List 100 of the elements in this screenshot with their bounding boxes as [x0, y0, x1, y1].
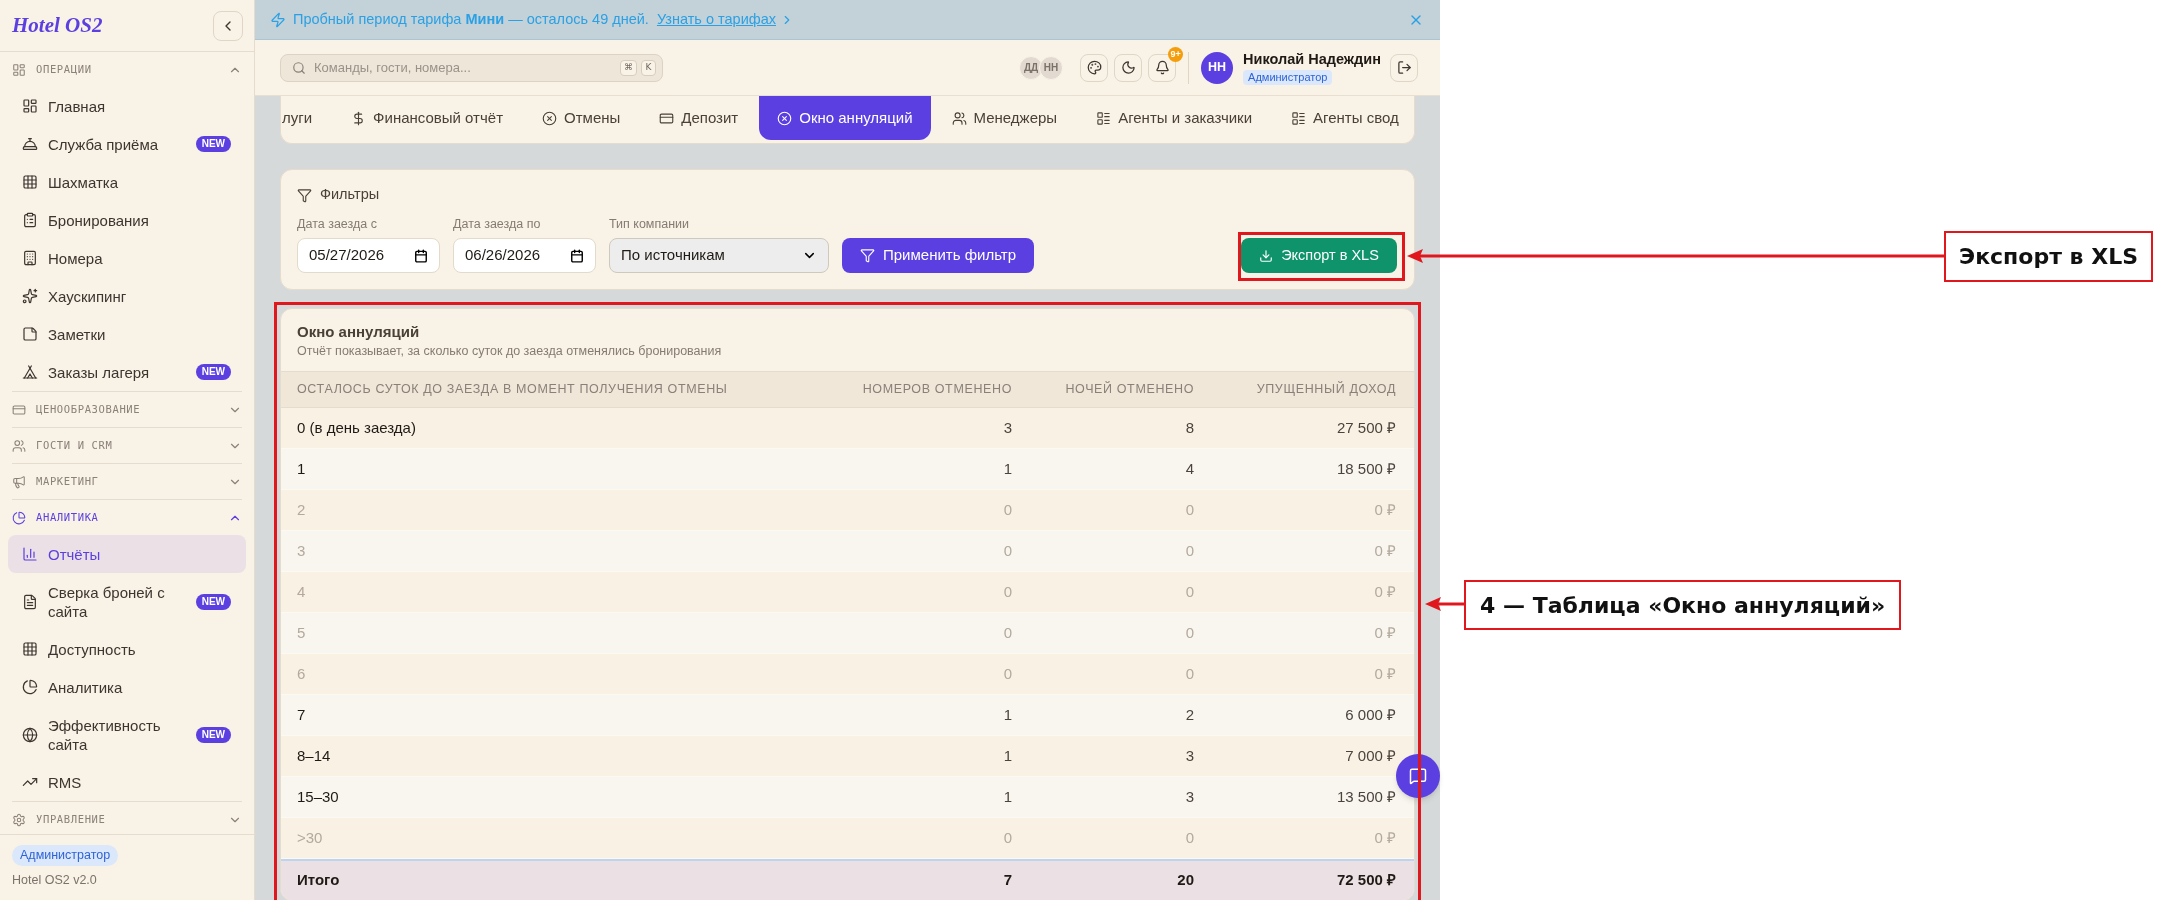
- table-cell-text: 1: [1003, 745, 1012, 766]
- user-role-badge: Администратор: [1243, 70, 1333, 85]
- table-cell-text: Итого: [297, 870, 340, 891]
- new-badge: NEW: [195, 364, 231, 380]
- bar-chart-icon: [22, 546, 38, 562]
- select-field[interactable]: По источникам: [609, 238, 829, 273]
- callout-label: Экспорт в XLS: [1944, 231, 2153, 282]
- people-icon: [12, 438, 26, 453]
- column-header: НОМЕРОВ ОТМЕНЕНО: [862, 381, 1012, 399]
- list-icon: [1096, 110, 1112, 126]
- table-cell-text: 0: [1003, 581, 1012, 602]
- logout-button[interactable]: [1390, 53, 1418, 82]
- table-cell-text: 4: [297, 581, 306, 602]
- table-cell-text: 8: [1185, 417, 1194, 438]
- sidebar-item[interactable]: Заказы лагеря NEW: [8, 353, 246, 391]
- date-field[interactable]: 05/27/2026: [297, 238, 440, 273]
- table-cell-text: 7: [1003, 870, 1012, 891]
- table-cell-text: 3: [1003, 417, 1012, 438]
- apply-filter-button[interactable]: Применить фильтр: [842, 238, 1034, 273]
- grid-icon: [22, 641, 38, 657]
- column-header: НОЧЕЙ ОТМЕНЕНО: [1065, 380, 1194, 399]
- service-bell-icon: [22, 136, 38, 152]
- grid-icon: [22, 174, 38, 190]
- report-tab[interactable]: Финансовый отчёт: [333, 96, 522, 140]
- table-cell-text: 0: [1185, 622, 1194, 643]
- sidebar-item[interactable]: Бронирования: [8, 201, 246, 239]
- table-cell-text: 0: [1185, 827, 1194, 848]
- column-header: ОСТАЛОСЬ СУТОК ДО ЗАЕЗДА В МОМЕНТ ПОЛУЧЕНИЯ ОТМЕНЫ: [297, 381, 728, 399]
- section-header[interactable]: ЦЕНООБРАЗОВАНИЕ: [0, 392, 254, 427]
- user-name: Николай Надеждин: [1243, 50, 1381, 68]
- sidebar-item[interactable]: Сверка броней с сайта NEW: [8, 573, 246, 630]
- table-cell-text: 0: [1185, 499, 1194, 520]
- filter-icon: [860, 248, 875, 263]
- filters-title: Фильтры: [320, 185, 380, 205]
- table-cell-text: 1: [1003, 786, 1012, 807]
- report-tab[interactable]: Агенты и заказчики: [1078, 96, 1271, 140]
- theme-palette-button[interactable]: [1080, 53, 1109, 82]
- sidebar-item[interactable]: Заметки: [8, 315, 246, 353]
- sidebar-item[interactable]: Эффективность сайта NEW: [8, 706, 246, 763]
- download-icon: [1259, 248, 1274, 263]
- table-cell-text: 7 000 ₽: [1345, 745, 1396, 766]
- user-avatar: НН: [1039, 55, 1064, 80]
- table-cell-text: 13 500 ₽: [1336, 786, 1396, 807]
- table-cell-text: 27 500 ₽: [1336, 417, 1396, 438]
- table-cell-text: 0: [1185, 540, 1194, 561]
- report-tab[interactable]: Менеджеры: [933, 96, 1076, 140]
- table-cell-text: 15–30: [297, 786, 339, 807]
- section-header[interactable]: АНАЛИТИКА: [0, 500, 254, 535]
- note-icon: [22, 326, 38, 342]
- report-tab[interactable]: Агенты свод: [1273, 96, 1414, 140]
- section-header[interactable]: ГОСТИ И CRM: [0, 428, 254, 463]
- table-cell-text: 0: [1003, 622, 1012, 643]
- sidebar-item[interactable]: RMS: [8, 763, 246, 801]
- table-cell-text: 72 500 ₽: [1336, 870, 1396, 891]
- field-label: Дата заезда по: [453, 217, 541, 232]
- table-cell-text: 6: [297, 663, 306, 684]
- table-cell-text: 5: [297, 622, 306, 643]
- palette-icon: [1086, 60, 1102, 75]
- people-icon: [951, 110, 967, 126]
- calendar-icon: [414, 248, 428, 263]
- sidebar-item[interactable]: Шахматка: [8, 163, 246, 201]
- table-cell-text: 0 (в день заезда): [297, 417, 416, 438]
- date-field[interactable]: 06/26/2026: [453, 238, 596, 273]
- sidebar-item[interactable]: Номера: [8, 239, 246, 277]
- notification-badge: 9+: [1168, 46, 1184, 62]
- sidebar-item[interactable]: Отчёты: [8, 535, 246, 573]
- sidebar-item[interactable]: Аналитика: [8, 668, 246, 706]
- sidebar-item[interactable]: Доступность: [8, 630, 246, 668]
- pie-chart-icon: [22, 679, 38, 695]
- filter-icon: [297, 187, 312, 203]
- report-tab[interactable]: Окно аннуляций: [759, 96, 931, 140]
- banner-message: Пробный период тарифа Мини — осталось 49 дней.: [293, 9, 649, 29]
- report-tab[interactable]: Депозит: [641, 96, 757, 140]
- table-cell-text: 4: [1185, 458, 1194, 479]
- table-cell-text: 18 500 ₽: [1336, 458, 1396, 479]
- sidebar-item[interactable]: Главная: [8, 87, 246, 125]
- table-cell-text: 0: [1003, 827, 1012, 848]
- clipboard-icon: [22, 212, 38, 228]
- table-cell-text: 8–14: [297, 745, 331, 766]
- lightning-icon: [270, 11, 286, 28]
- table-cell-text: 0 ₽: [1374, 622, 1396, 643]
- export-xls-button[interactable]: Экспорт в XLS: [1241, 238, 1397, 273]
- column-header: УПУЩЕННЫЙ ДОХОД: [1256, 380, 1396, 399]
- table-cell-text: 3: [1185, 786, 1194, 807]
- card-icon: [12, 402, 26, 417]
- sidebar-item[interactable]: Хаускипинг: [8, 277, 246, 315]
- callout-label: 4 — Таблица «Окно аннуляций»: [1464, 580, 1902, 630]
- report-tab[interactable]: луги: [281, 96, 331, 140]
- table-cell-text: 0: [1185, 663, 1194, 684]
- new-badge: NEW: [195, 136, 231, 152]
- search-field[interactable]: Команды, гости, номера... ⌘ K: [280, 53, 663, 82]
- pie-chart-icon: [12, 510, 26, 525]
- dark-mode-button[interactable]: [1114, 53, 1143, 82]
- sidebar-item[interactable]: Служба приёма NEW: [8, 125, 246, 163]
- tent-icon: [22, 364, 38, 380]
- dashboard-icon: [12, 62, 26, 77]
- table-cell-text: 0 ₽: [1374, 663, 1396, 684]
- section-header[interactable]: ОПЕРАЦИИ: [0, 52, 254, 87]
- report-tab[interactable]: Отмены: [524, 96, 639, 140]
- building-icon: [22, 250, 38, 266]
